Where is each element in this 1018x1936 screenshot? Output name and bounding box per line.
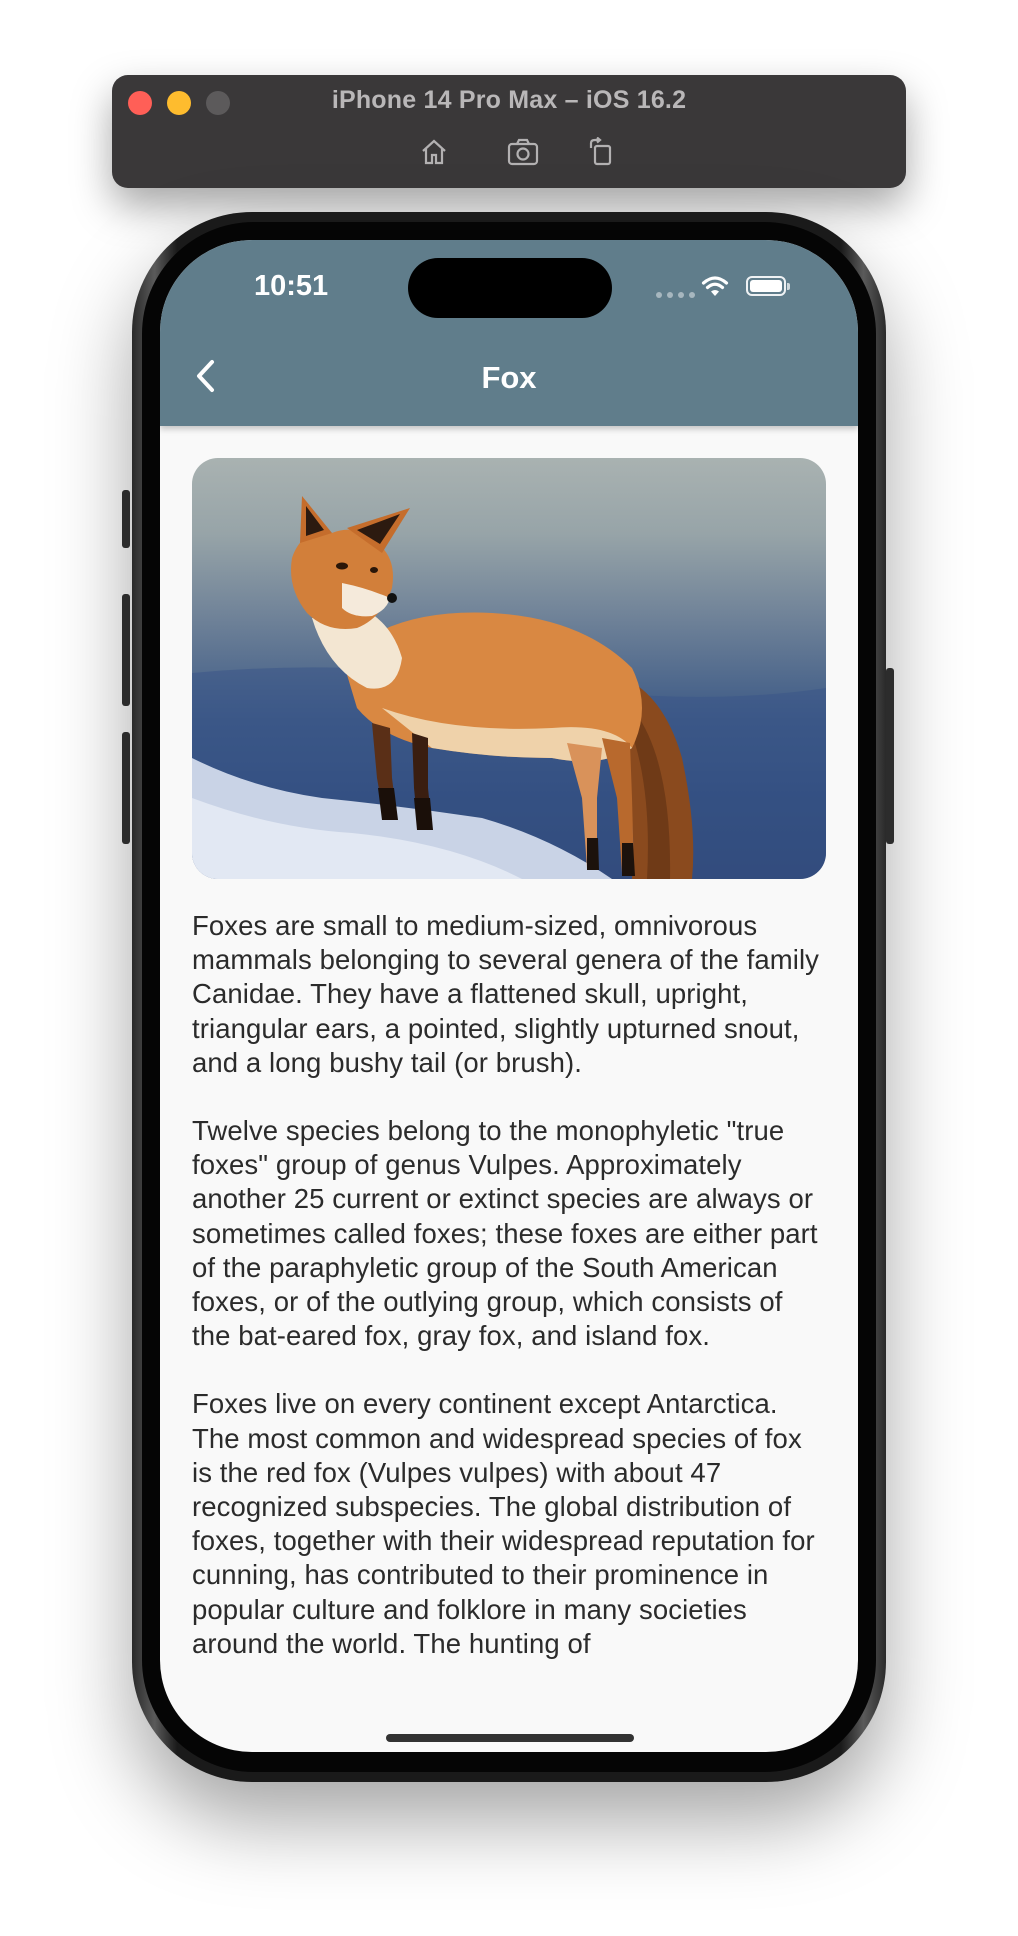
phone-screen: 10:51 Fox Foxes are small to medium-size… (160, 240, 858, 1752)
app-bar: 10:51 Fox (160, 240, 858, 426)
screenshot-button[interactable] (505, 136, 541, 168)
dynamic-island (408, 258, 612, 318)
article-paragraph: Twelve species belong to the monophyleti… (192, 1115, 818, 1352)
wifi-icon (701, 276, 729, 296)
article-paragraph: Foxes are small to medium-sized, omnivor… (192, 910, 820, 1078)
cellular-signal-icon (656, 292, 695, 298)
rotate-button[interactable] (584, 136, 620, 168)
article-body: Foxes are small to medium-sized, omnivor… (192, 909, 826, 1661)
fox-image (192, 458, 826, 879)
battery-icon (746, 276, 790, 296)
status-time: 10:51 (254, 270, 329, 302)
volume-down-button (122, 732, 130, 844)
screenshot-icon (507, 138, 539, 166)
home-indicator[interactable] (386, 1734, 634, 1742)
page-title: Fox (481, 360, 537, 395)
home-icon (422, 139, 446, 165)
home-button[interactable] (416, 136, 452, 168)
power-button (886, 668, 894, 844)
volume-up-button (122, 594, 130, 706)
action-button (122, 490, 130, 548)
rotate-icon (589, 137, 612, 166)
content-scroll[interactable]: Foxes are small to medium-sized, omnivor… (192, 458, 826, 1695)
simulator-title: iPhone 14 Pro Max – iOS 16.2 (331, 86, 687, 114)
article-paragraph: Foxes live on every continent except Ant… (192, 1388, 815, 1659)
